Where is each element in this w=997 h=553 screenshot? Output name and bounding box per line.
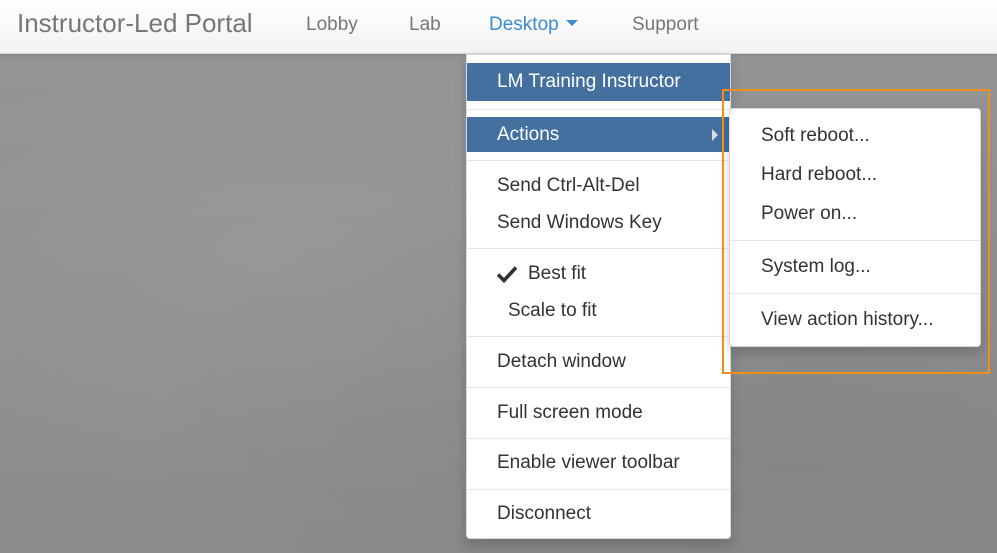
menu-item-label: Detach window bbox=[497, 351, 626, 372]
menu-item-system-log[interactable]: System log... bbox=[730, 249, 980, 285]
divider bbox=[467, 109, 730, 110]
menu-item-label: Send Windows Key bbox=[497, 212, 662, 233]
divider bbox=[730, 240, 980, 241]
menu-item-best-fit[interactable]: Best fit bbox=[467, 256, 730, 292]
menu-item-label: Scale to fit bbox=[508, 300, 597, 321]
checkmark-icon bbox=[497, 266, 517, 283]
menu-item-send-ctrl-alt-del[interactable]: Send Ctrl-Alt-Del bbox=[467, 168, 730, 204]
nav-lobby[interactable]: Lobby bbox=[306, 14, 358, 36]
menu-item-label: View action history... bbox=[761, 309, 934, 330]
top-navbar: Instructor-Led Portal Lobby Lab Desktop … bbox=[0, 0, 997, 54]
menu-item-scale-to-fit[interactable]: Scale to fit bbox=[467, 293, 730, 329]
menu-header-lm-training-instructor: LM Training Instructor bbox=[467, 63, 730, 101]
menu-item-send-windows-key[interactable]: Send Windows Key bbox=[467, 205, 730, 241]
brand-title[interactable]: Instructor-Led Portal bbox=[17, 8, 253, 39]
nav-lab[interactable]: Lab bbox=[409, 14, 441, 36]
divider bbox=[467, 248, 730, 249]
menu-item-enable-viewer-toolbar[interactable]: Enable viewer toolbar bbox=[467, 445, 730, 481]
menu-item-label: Soft reboot... bbox=[761, 125, 870, 146]
nav-desktop-label: Desktop bbox=[489, 14, 559, 35]
menu-item-hard-reboot[interactable]: Hard reboot... bbox=[730, 157, 980, 193]
menu-item-view-action-history[interactable]: View action history... bbox=[730, 302, 980, 338]
nav-desktop[interactable]: Desktop bbox=[489, 14, 578, 36]
menu-item-label: Power on... bbox=[761, 203, 858, 224]
divider bbox=[467, 387, 730, 388]
chevron-right-icon bbox=[712, 128, 718, 141]
menu-item-actions[interactable]: Actions bbox=[467, 117, 730, 152]
menu-header-label: LM Training Instructor bbox=[497, 71, 681, 92]
menu-item-disconnect[interactable]: Disconnect bbox=[467, 496, 730, 532]
nav-support[interactable]: Support bbox=[632, 14, 699, 36]
menu-item-detach-window[interactable]: Detach window bbox=[467, 344, 730, 380]
actions-submenu: Soft reboot... Hard reboot... Power on..… bbox=[729, 108, 981, 347]
menu-item-full-screen-mode[interactable]: Full screen mode bbox=[467, 395, 730, 431]
menu-item-label: Send Ctrl-Alt-Del bbox=[497, 175, 640, 196]
divider bbox=[730, 293, 980, 294]
caret-down-icon bbox=[565, 19, 578, 26]
menu-item-label: Enable viewer toolbar bbox=[497, 452, 680, 473]
menu-item-label: Full screen mode bbox=[497, 402, 643, 423]
menu-item-actions-label: Actions bbox=[497, 123, 560, 145]
menu-item-label: Disconnect bbox=[497, 503, 591, 524]
divider bbox=[467, 160, 730, 161]
divider bbox=[467, 438, 730, 439]
menu-item-label: System log... bbox=[761, 256, 871, 277]
divider bbox=[467, 336, 730, 337]
desktop-dropdown-menu: LM Training Instructor Actions Send Ctrl… bbox=[466, 54, 731, 539]
menu-item-label: Hard reboot... bbox=[761, 164, 878, 185]
menu-item-power-on[interactable]: Power on... bbox=[730, 196, 980, 232]
menu-item-soft-reboot[interactable]: Soft reboot... bbox=[730, 118, 980, 154]
divider bbox=[467, 489, 730, 490]
menu-item-label: Best fit bbox=[528, 263, 587, 284]
